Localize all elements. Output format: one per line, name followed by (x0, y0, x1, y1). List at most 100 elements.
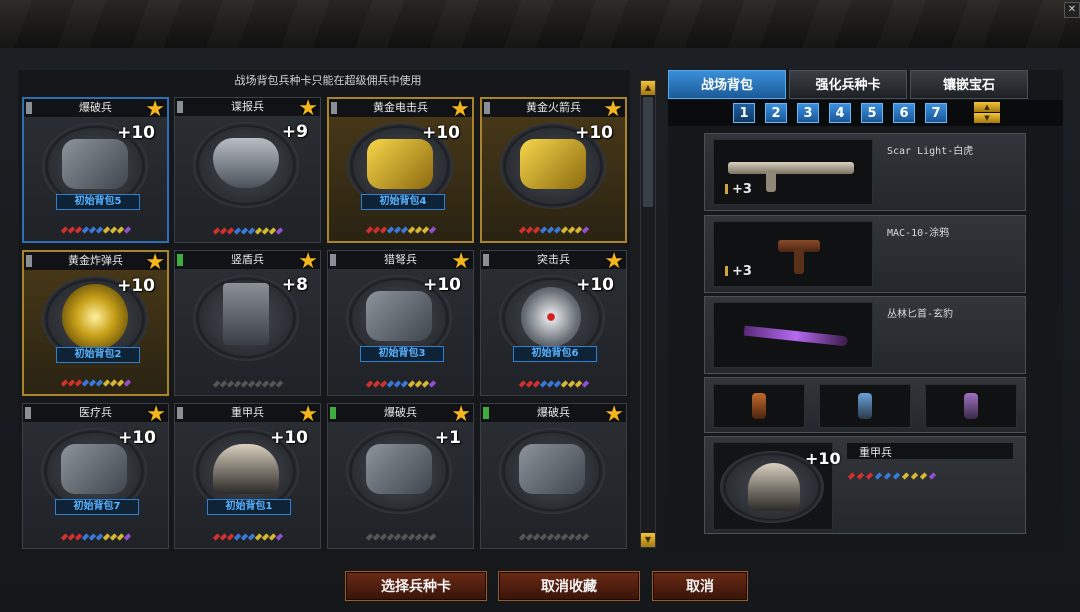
page-button[interactable]: 4 (829, 103, 851, 123)
helmet-icon (213, 444, 279, 494)
gem-icon (240, 533, 248, 541)
unit-card[interactable]: 谍报兵 ★ +9 (174, 97, 321, 243)
card-level: +10 (117, 123, 155, 143)
card-scrollbar[interactable]: ▲ ▼ (640, 80, 656, 548)
status-indicator (177, 254, 183, 266)
gem-row (482, 226, 625, 237)
knife-image (713, 302, 873, 368)
page-button[interactable]: 1 (733, 103, 755, 123)
page-button[interactable]: 6 (893, 103, 915, 123)
gold-icon (520, 139, 586, 189)
gem-icon (525, 380, 533, 388)
page-stepper[interactable]: ▲ ▼ (974, 102, 1000, 124)
gem-row (24, 379, 167, 390)
unit-card[interactable]: 猎弩兵 ★ +10 初始背包3 (327, 250, 474, 396)
gem-icon (268, 533, 276, 541)
page-button[interactable]: 3 (797, 103, 819, 123)
item-slot-3[interactable] (925, 384, 1017, 428)
unit-card[interactable]: 爆破兵 ★ +1 (327, 403, 474, 549)
card-level: +9 (281, 122, 308, 142)
backpack-badge: 初始背包2 (56, 347, 140, 363)
card-title: 突击兵 (537, 253, 570, 266)
gem-icon (365, 380, 373, 388)
unit-card[interactable]: 竖盾兵 ★ +8 (174, 250, 321, 396)
unit-card[interactable]: 突击兵 ★ +10 初始背包6 (480, 250, 627, 396)
weapon-slot-primary[interactable]: +3 Scar Light-白虎 (704, 133, 1026, 211)
cancel-favorite-button[interactable]: 取消收藏 (498, 571, 640, 601)
gold-icon (367, 139, 433, 189)
gem-icon (240, 227, 248, 235)
gem-icon (546, 533, 554, 541)
gem-icon (95, 226, 103, 234)
unit-card[interactable]: 爆破兵 ★ +10 初始背包5 (22, 97, 169, 243)
gem-icon (60, 533, 68, 541)
item-slot-1[interactable] (713, 384, 805, 428)
unit-plus: +10 (805, 449, 841, 468)
card-title: 谍报兵 (231, 100, 264, 113)
cancel-button[interactable]: 取消 (652, 571, 748, 601)
card-level: +1 (434, 428, 461, 448)
scroll-thumb[interactable] (643, 97, 653, 207)
star-icon: ★ (298, 96, 318, 121)
gem-row (329, 226, 472, 237)
page-button[interactable]: 2 (765, 103, 787, 123)
gem-icon (109, 533, 117, 541)
gem-row (24, 226, 167, 237)
gem-icon (539, 226, 547, 234)
gem-icon (567, 533, 575, 541)
gem-icon (261, 380, 269, 388)
rifle-icon (728, 162, 854, 174)
weapon-slot-melee[interactable]: 丛林匕首-玄豹 (704, 296, 1026, 374)
gem-icon (67, 533, 75, 541)
page-button[interactable]: 5 (861, 103, 883, 123)
gem-icon (240, 380, 248, 388)
unit-card[interactable]: 黄金电击兵 ★ +10 初始背包4 (327, 97, 474, 243)
scroll-down-icon[interactable]: ▼ (641, 533, 655, 547)
gem-row (175, 533, 320, 544)
unit-card[interactable]: 黄金炸弹兵 ★ +10 初始背包2 (22, 250, 169, 396)
gem-icon (81, 226, 89, 234)
card-title: 猎弩兵 (384, 253, 417, 266)
item-slot-2[interactable] (819, 384, 911, 428)
up-arrow-icon[interactable]: ▲ (974, 102, 1000, 112)
unit-card[interactable]: 爆破兵 ★ (480, 403, 627, 549)
gem-icon (261, 227, 269, 235)
select-card-button[interactable]: 选择兵种卡 (345, 571, 487, 601)
primary-plus: +3 (732, 182, 752, 197)
gem-icon (883, 472, 892, 480)
unit-card-slot[interactable]: +10 重甲兵 (704, 436, 1026, 534)
tab-enhance-card[interactable]: 强化兵种卡 (789, 70, 907, 99)
down-arrow-icon[interactable]: ▼ (974, 113, 1000, 123)
weapon-slot-secondary[interactable]: +3 MAC-10-涂鸦 (704, 215, 1026, 293)
unit-card[interactable]: 重甲兵 ★ +10 初始背包1 (174, 403, 321, 549)
gem-icon (874, 472, 883, 480)
tab-inlay-gem[interactable]: 镶嵌宝石 (910, 70, 1028, 99)
gem-icon (518, 226, 526, 234)
gem-icon (233, 380, 241, 388)
gem-icon (407, 380, 415, 388)
gem-row (23, 533, 168, 544)
status-indicator (331, 102, 337, 114)
flashbang-icon (858, 393, 872, 419)
gem-icon (400, 380, 408, 388)
card-level: +8 (281, 275, 308, 295)
unit-card[interactable]: 黄金火箭兵 ★ +10 (480, 97, 627, 243)
status-indicator (177, 407, 183, 419)
gem-icon (275, 227, 283, 235)
star-icon: ★ (145, 97, 165, 122)
close-icon[interactable]: ✕ (1064, 2, 1080, 18)
gem-icon (219, 533, 227, 541)
status-indicator (483, 407, 489, 419)
gem-icon (581, 380, 589, 388)
gem-icon (372, 380, 380, 388)
gem-icon (254, 380, 262, 388)
unit-card[interactable]: 医疗兵 ★ +10 初始背包7 (22, 403, 169, 549)
status-indicator (25, 407, 31, 419)
tab-battle-backpack[interactable]: 战场背包 (668, 70, 786, 99)
scroll-up-icon[interactable]: ▲ (641, 81, 655, 95)
gem-icon (102, 226, 110, 234)
gem-icon (116, 533, 124, 541)
gem-icon (379, 380, 387, 388)
gem-icon (400, 533, 408, 541)
page-button[interactable]: 7 (925, 103, 947, 123)
